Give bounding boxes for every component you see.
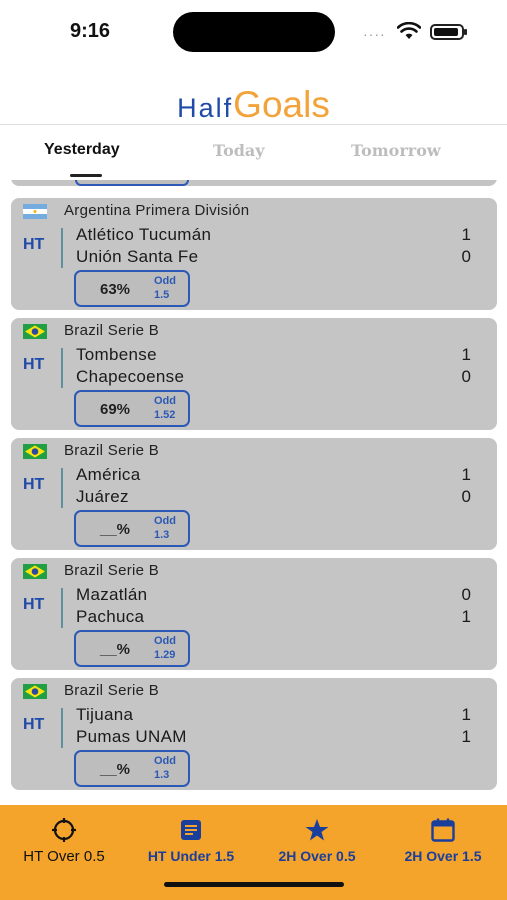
divider [61, 228, 63, 268]
star-icon [305, 819, 329, 841]
period-label: HT [23, 476, 45, 493]
period-label: HT [23, 596, 45, 613]
probability-percent: 69% [100, 401, 131, 418]
home-indicator[interactable] [164, 882, 344, 887]
wifi-icon [397, 22, 421, 39]
nav-2h-over-15[interactable]: 2H Over 1.5 [388, 815, 498, 865]
app-header: HalfGoals [0, 62, 507, 126]
odd-value: 1.3 [154, 769, 170, 781]
home-score: 1 [461, 705, 471, 724]
match-card[interactable]: Brazil Serie B HT Tijuana Pumas UNAM 1 1… [11, 678, 497, 790]
signal-icon: ···· [363, 26, 386, 42]
odd-value: 1.52 [154, 409, 176, 421]
logo-goals: Goals [233, 84, 330, 125]
previous-odd-box [75, 180, 189, 186]
tab-yesterday[interactable]: Yesterday [44, 141, 120, 159]
home-team: Atlético Tucumán [76, 225, 212, 244]
odd-label: Odd [154, 515, 176, 527]
odd-box[interactable]: 63% Odd 1.5 [74, 270, 190, 307]
league-name: Brazil Serie B [64, 562, 160, 579]
day-tabs: Yesterday Today Tomorrow [0, 124, 507, 180]
odd-box[interactable]: __% Odd 1.3 [74, 750, 190, 787]
match-card[interactable]: Brazil Serie B HT América Juárez 1 0 __%… [11, 438, 497, 550]
odd-box[interactable]: __% Odd 1.29 [74, 630, 190, 667]
away-score: 1 [461, 727, 471, 746]
home-score: 1 [461, 345, 471, 364]
status-bar: 9:16 ···· [0, 0, 507, 62]
match-card[interactable]: Argentina Primera División HT Atlético T… [11, 198, 497, 310]
home-score: 0 [461, 585, 471, 604]
league-name: Brazil Serie B [64, 322, 160, 339]
odd-box[interactable]: 69% Odd 1.52 [74, 390, 190, 427]
brazil-flag-icon [23, 324, 47, 339]
probability-percent: __% [100, 641, 131, 658]
brazil-flag-icon [23, 444, 47, 459]
away-score: 0 [461, 367, 471, 386]
document-icon [181, 820, 201, 840]
nav-label: HT Over 0.5 [23, 848, 105, 865]
period-label: HT [23, 356, 45, 373]
away-team: Pumas UNAM [76, 727, 187, 746]
nav-ht-over-05[interactable]: HT Over 0.5 [6, 815, 122, 865]
away-team: Juárez [76, 487, 129, 506]
league-name: Brazil Serie B [64, 442, 160, 459]
odd-label: Odd [154, 395, 176, 407]
tab-tomorrow[interactable]: Tomorrow [351, 141, 441, 160]
divider [61, 348, 63, 388]
away-team: Chapecoense [76, 367, 185, 386]
app-logo: HalfGoals [0, 84, 507, 126]
match-card[interactable]: Brazil Serie B HT Tombense Chapecoense 1… [11, 318, 497, 430]
tab-today[interactable]: Today [213, 141, 265, 160]
nav-ht-under-15[interactable]: HT Under 1.5 [131, 815, 251, 865]
calendar-icon [431, 818, 455, 842]
odd-label: Odd [154, 755, 176, 767]
nav-label: 2H Over 0.5 [278, 848, 356, 864]
away-team: Unión Santa Fe [76, 247, 199, 266]
nav-label: 2H Over 1.5 [404, 848, 482, 864]
nav-2h-over-05[interactable]: 2H Over 0.5 [262, 815, 372, 865]
home-score: 1 [461, 225, 471, 244]
odd-value: 1.5 [154, 289, 170, 301]
home-team: Tijuana [76, 705, 134, 724]
probability-percent: __% [100, 761, 131, 778]
away-score: 0 [461, 247, 471, 266]
probability-percent: 63% [100, 281, 131, 298]
match-card[interactable]: Brazil Serie B HT Mazatlán Pachuca 0 1 _… [11, 558, 497, 670]
home-team: Tombense [76, 345, 157, 364]
home-team: Mazatlán [76, 585, 148, 604]
period-label: HT [23, 716, 45, 733]
away-team: Pachuca [76, 607, 145, 626]
battery-icon [430, 24, 467, 40]
logo-half: Half [177, 93, 234, 123]
match-list[interactable]: Argentina Primera División HT Atlético T… [0, 180, 507, 805]
odd-value: 1.3 [154, 529, 170, 541]
probability-percent: __% [100, 521, 131, 538]
target-icon [52, 818, 76, 842]
divider [61, 468, 63, 508]
nav-label: HT Under 1.5 [147, 848, 235, 864]
league-name: Argentina Primera División [64, 202, 250, 219]
league-name: Brazil Serie B [64, 682, 160, 699]
period-label: HT [23, 236, 45, 253]
argentina-flag-icon [23, 204, 47, 219]
odd-label: Odd [154, 635, 176, 647]
away-score: 1 [461, 607, 471, 626]
divider [61, 708, 63, 748]
status-time: 9:16 [70, 20, 111, 42]
odd-box[interactable]: __% Odd 1.3 [74, 510, 190, 547]
away-score: 0 [461, 487, 471, 506]
dynamic-island [173, 12, 335, 52]
odd-label: Odd [154, 275, 176, 287]
home-team: América [76, 465, 141, 484]
active-tab-indicator [70, 174, 102, 177]
brazil-flag-icon [23, 564, 47, 579]
odd-value: 1.29 [154, 649, 176, 661]
divider [61, 588, 63, 628]
home-score: 1 [461, 465, 471, 484]
brazil-flag-icon [23, 684, 47, 699]
